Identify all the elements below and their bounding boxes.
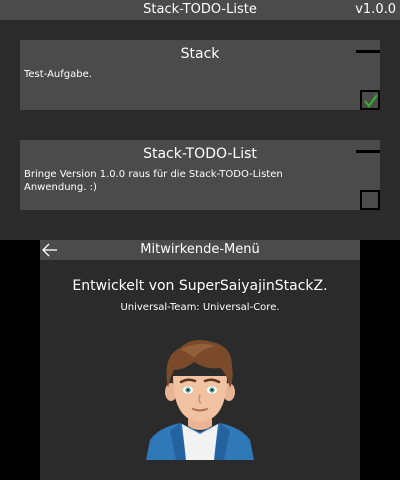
task-checkbox[interactable] (360, 190, 380, 210)
developer-credit: Entwickelt von SuperSaiyajinStackZ. (72, 278, 328, 294)
top-screen: Stack-TODO-Liste v1.0.0 Stack Test-Aufga… (0, 0, 400, 240)
developer-avatar-icon (146, 340, 254, 460)
credits-title-bar: Mitwirkende-Menü (40, 240, 360, 260)
version-label: v1.0.0 (355, 2, 396, 17)
task-title: Stack (180, 46, 220, 62)
dual-screen: Stack-TODO-Liste v1.0.0 Stack Test-Aufga… (0, 0, 400, 480)
task-card[interactable]: Stack Test-Aufgabe. (20, 40, 380, 110)
top-title-bar: Stack-TODO-Liste v1.0.0 (0, 0, 400, 20)
credits-title: Mitwirkende-Menü (140, 242, 260, 257)
task-checkbox[interactable] (360, 90, 380, 110)
arrow-left-icon (42, 243, 57, 257)
task-description: Bringe Version 1.0.0 raus für die Stack-… (24, 169, 283, 193)
task-menu-dash (356, 150, 380, 153)
task-description: Test-Aufgabe. (24, 69, 92, 80)
task-title: Stack-TODO-List (143, 146, 257, 162)
back-button[interactable] (40, 240, 60, 260)
task-menu-dash (356, 50, 380, 53)
checkmark-icon (364, 94, 378, 108)
task-card[interactable]: Stack-TODO-List Bringe Version 1.0.0 rau… (20, 140, 380, 210)
app-title: Stack-TODO-Liste (143, 2, 257, 17)
team-credit: Universal-Team: Universal-Core. (120, 302, 280, 313)
bottom-screen: Mitwirkende-Menü Entwickelt von SuperSai… (40, 240, 360, 480)
